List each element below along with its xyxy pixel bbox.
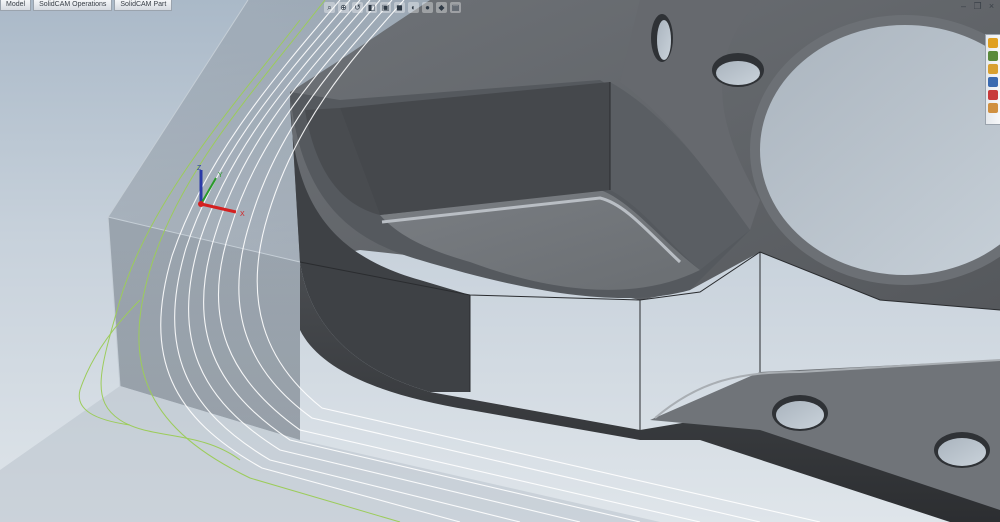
apply-scene-icon[interactable]: ◆ [436,1,447,13]
hide-show-icon[interactable]: ◐ [408,1,419,13]
heads-up-view-toolbar: ⌕ ⊕ ↺ ◧ ▣ ◼ ◐ ● ◆ ▤ [324,0,461,14]
zoom-fit-icon[interactable]: ⌕ [324,1,335,13]
tab-solidcam-operations[interactable]: SolidCAM Operations [33,0,113,11]
model-scene[interactable]: Z X Y [0,0,1000,522]
tab-solidcam-part[interactable]: SolidCAM Part [114,0,173,11]
task-pane-tabs [985,34,1000,125]
design-library-icon[interactable] [988,51,998,61]
graphics-area[interactable]: Z X Y Model SolidCAM Operations SolidCAM… [0,0,1000,522]
triad-origin [198,201,204,207]
close-icon[interactable]: × [987,1,996,11]
triad-z-label: Z [197,165,202,172]
view-orientation-icon[interactable]: ▣ [380,1,391,13]
bolt-hole [938,438,986,466]
restore-icon[interactable]: ❐ [973,1,982,11]
solidworks-resources-icon[interactable] [988,38,998,48]
feature-manager-tabs: Model SolidCAM Operations SolidCAM Part [0,0,173,11]
triad-x-label: X [240,211,245,218]
window-controls: – ❐ × [959,1,996,11]
edit-appearance-icon[interactable]: ● [422,1,433,13]
zoom-area-icon[interactable]: ⊕ [338,1,349,13]
previous-view-icon[interactable]: ↺ [352,1,363,13]
tab-model[interactable]: Model [0,0,32,11]
bolt-hole [776,401,824,429]
custom-properties-icon[interactable] [988,103,998,113]
appearances-icon[interactable] [988,90,998,100]
section-view-icon[interactable]: ◧ [366,1,377,13]
minimize-icon[interactable]: – [959,1,968,11]
bolt-hole [657,20,671,60]
part-body [290,0,1000,522]
file-explorer-icon[interactable] [988,64,998,74]
triad-y-label: Y [218,172,223,179]
bolt-hole [716,61,760,85]
view-settings-icon[interactable]: ▤ [450,1,461,13]
view-palette-icon[interactable] [988,77,998,87]
display-style-icon[interactable]: ◼ [394,1,405,13]
